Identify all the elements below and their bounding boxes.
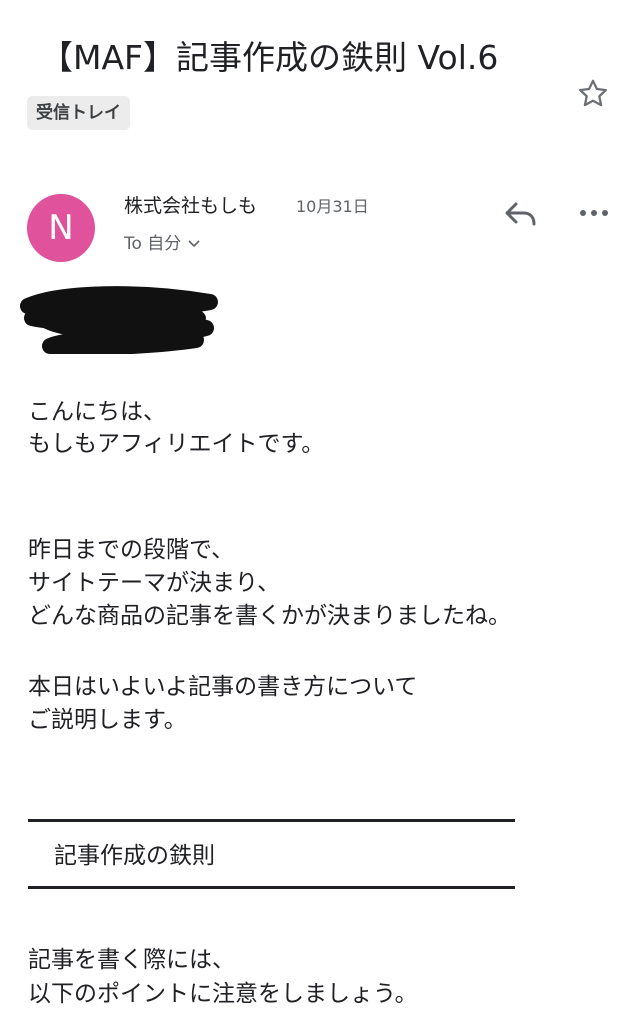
paragraph-line: 以下のポイントに注意をしましょう。	[28, 981, 418, 1007]
avatar: N	[27, 194, 95, 262]
paragraph-line: 昨日までの段階で、	[28, 537, 235, 563]
paragraph-line: サイトテーマが決まり、	[28, 570, 281, 596]
recipient-toggle[interactable]: To 自分	[124, 230, 201, 258]
message-date: 10月31日	[296, 197, 369, 216]
reply-icon[interactable]	[500, 196, 540, 232]
inbox-label-chip[interactable]: 受信トレイ	[27, 96, 130, 130]
paragraph-line: こんにちは、	[28, 399, 166, 425]
email-subject: 【MAF】記事作成の鉄則 Vol.6	[40, 38, 499, 77]
paragraph-line: 本日はいよいよ記事の書き方について	[28, 674, 418, 700]
paragraph-line: ご説明します。	[28, 707, 187, 733]
more-options-icon[interactable]	[574, 198, 614, 228]
divider	[28, 886, 515, 889]
sender-name: 株式会社もしも	[124, 195, 258, 217]
recipient-text: To 自分	[124, 234, 182, 254]
star-icon[interactable]	[575, 76, 611, 112]
paragraph-line: 記事を書く際には、	[28, 947, 235, 973]
redaction-scribble	[20, 286, 218, 354]
chevron-down-icon	[188, 240, 200, 248]
section-title: 記事作成の鉄則	[54, 843, 215, 869]
paragraph-line: どんな商品の記事を書くかが決まりましたね。	[28, 603, 511, 629]
paragraph-line: もしもアフィリエイトです。	[28, 431, 325, 457]
divider	[28, 819, 515, 822]
